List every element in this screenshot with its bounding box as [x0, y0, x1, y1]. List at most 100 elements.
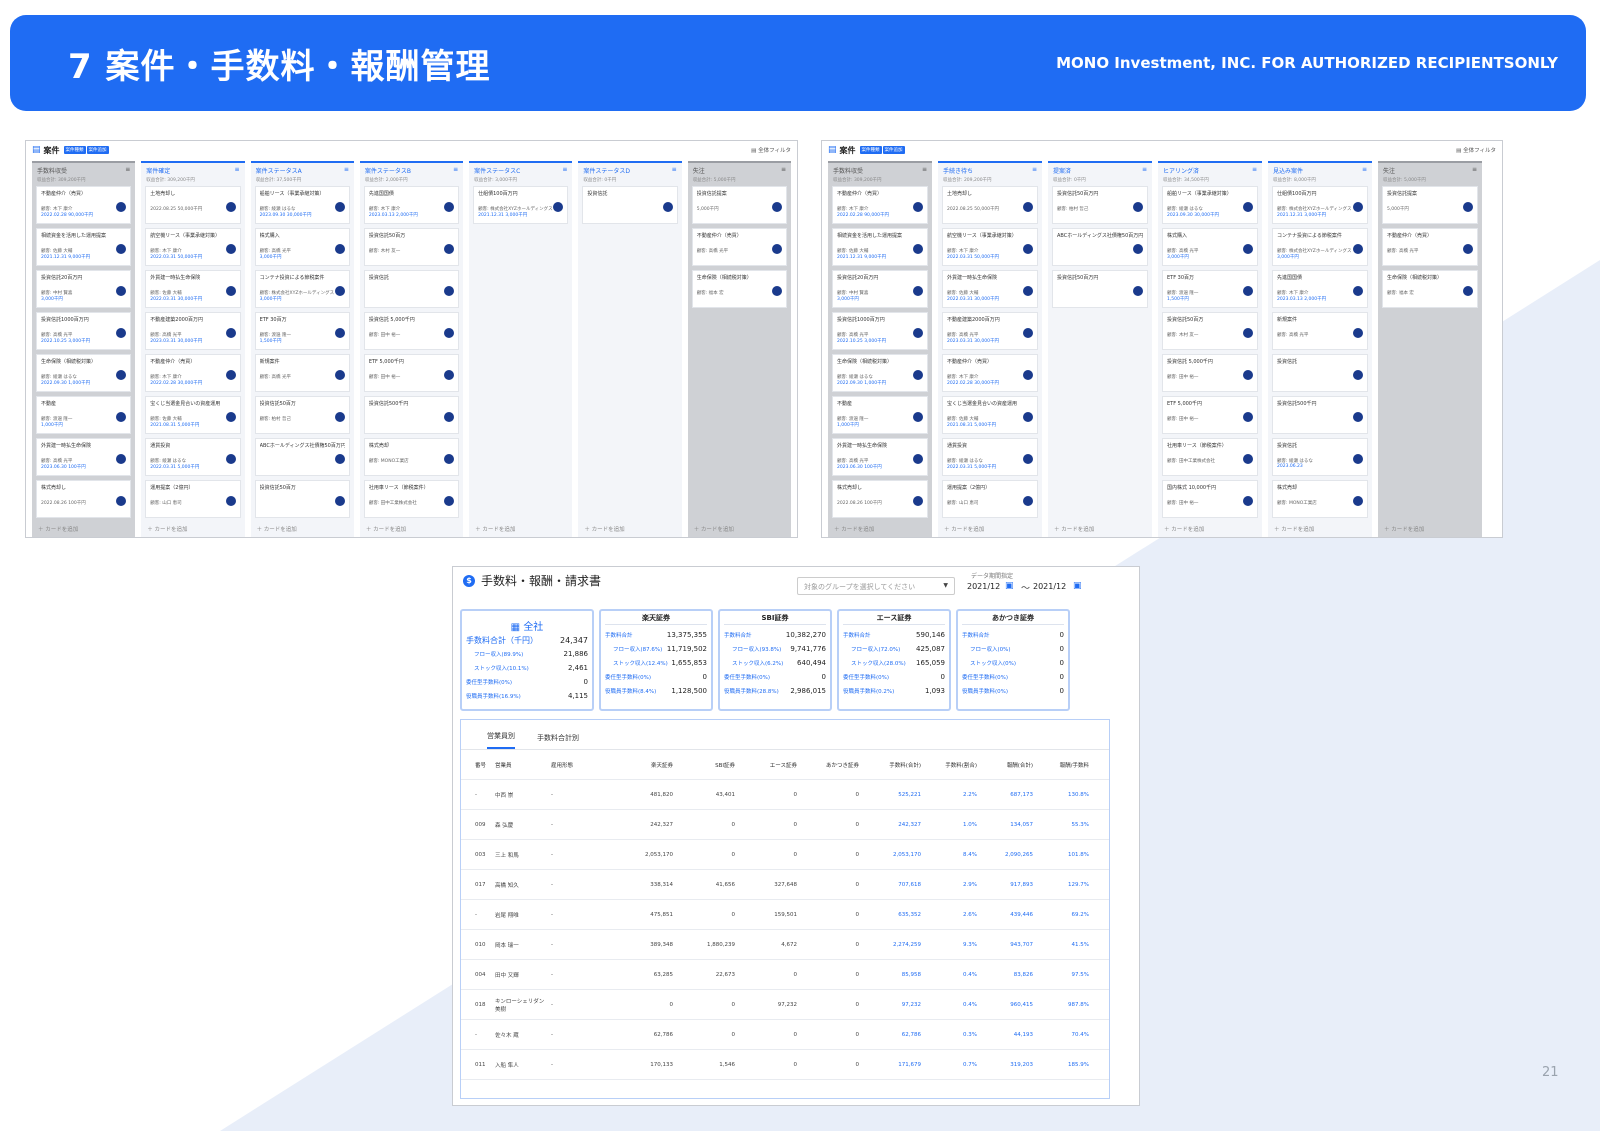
filter-icon[interactable]: ≡ [781, 166, 786, 175]
assignee-avatar[interactable] [1353, 286, 1363, 296]
deal-card[interactable]: 生命保険（相続税対策） 顧客: 綾瀬 はるな 2022.09.30 1,000千円 [36, 354, 132, 392]
deal-card[interactable]: 通貨投資 顧客: 綾瀬 はるな 2022.03.31 5,000千円 [145, 438, 241, 476]
filter-button[interactable]: ▤ 全体フィルタ [1456, 146, 1496, 154]
filter-icon[interactable]: ≡ [1142, 166, 1147, 175]
deal-card[interactable]: 先進国国債 顧客: 木下 康介 2023.03.13 2,000千円 [1272, 270, 1368, 308]
assignee-avatar[interactable] [334, 496, 345, 506]
deal-card[interactable]: 投資信託20百万円 顧客: 中村 賢喜 3,000千円 [36, 270, 132, 308]
table-row[interactable]: 011 入船 隼人 - 170,133 1,546 0 0 171,679 0.7% 319,20… [461, 1050, 1109, 1080]
add-card-button[interactable]: ＋ カードを追加 [584, 525, 624, 533]
assignee-avatar[interactable] [662, 202, 673, 212]
filter-icon[interactable]: ≡ [1032, 166, 1037, 175]
assignee-avatar[interactable] [334, 244, 345, 254]
assignee-avatar[interactable] [913, 286, 923, 296]
deal-card[interactable]: 投資信託提案 5,000千円 [691, 186, 787, 224]
table-row[interactable]: 009 森 弘慶 - 242,327 0 0 0 242,327 1.0% 134,057 55.3… [461, 810, 1109, 840]
assignee-avatar[interactable] [1023, 202, 1033, 212]
filter-icon[interactable]: ≡ [125, 166, 130, 175]
deal-card[interactable]: 株式売却し 2022.08.26 100千円 [832, 480, 928, 518]
add-card-button[interactable]: ＋ カードを追加 [1274, 525, 1314, 533]
deal-card[interactable]: 新規案件 顧客: 高橋 光平 [254, 354, 350, 392]
assignee-avatar[interactable] [1243, 454, 1253, 464]
deal-card[interactable]: 不動産仲介（売買） 顧客: 木下 康介 2022.02.28 90,000千円 [832, 186, 928, 224]
assignee-avatar[interactable] [1023, 454, 1033, 464]
assignee-avatar[interactable] [1023, 370, 1033, 380]
deal-card[interactable]: 生命保険（相続税対策） 顧客: 福本 宏 [1382, 270, 1478, 308]
deal-card[interactable]: 宝くじ当選金見合いの資産運用 顧客: 佐藤 大輔 2021.08.31 5,000千… [942, 396, 1038, 434]
deal-card[interactable]: 外貨建一時払生命保険 顧客: 高橋 光平 2023.06.30 100千円 [36, 438, 132, 476]
deal-card[interactable]: 社用車リース（節税案件） 顧客: 田中工業株式会社 [1162, 438, 1258, 476]
filter-button[interactable]: ▤ 全体フィルタ [751, 146, 791, 154]
deal-card[interactable]: 投資信託 5,000千円 顧客: 田中 裕一 [1162, 354, 1258, 392]
calendar-icon[interactable]: ▣ [1073, 581, 1082, 591]
deal-card[interactable]: 株式購入 顧客: 高橋 光平 3,000千円 [254, 228, 350, 266]
group-select[interactable]: 対象のグループを選択してください ▼ [797, 577, 955, 595]
assignee-avatar[interactable] [225, 286, 236, 296]
deal-card[interactable]: ETF 30百万 顧客: 渡邉 隆一 1,500千円 [254, 312, 350, 350]
assignee-avatar[interactable] [913, 244, 923, 254]
deal-card[interactable]: 投資信託 [1272, 354, 1368, 392]
deal-card[interactable]: 投資信託50百万 顧客: 木村 友一 [363, 228, 460, 266]
deal-card[interactable]: 投資信託50百万円 顧客: 柏村 哲己 [1052, 186, 1148, 224]
deal-card[interactable]: 不動産仲介（売買） 顧客: 木下 康介 2022.02.28 30,000千円 [145, 354, 241, 392]
table-row[interactable]: 017 高橋 知久 - 338,314 41,656 327,648 0 707,618 2.9… [461, 870, 1109, 900]
assignee-avatar[interactable] [225, 412, 236, 422]
add-card-button[interactable]: ＋ カードを追加 [366, 525, 406, 533]
deal-card[interactable]: 投資信託20百万円 顧客: 中村 賢喜 3,000千円 [832, 270, 928, 308]
filter-icon[interactable]: ≡ [1472, 166, 1477, 175]
deal-card[interactable]: 相続資金を活用した運用提案 顧客: 佐藤 大輔 2021.12.31 9,000千円 [832, 228, 928, 266]
deal-card[interactable]: 外貨建一時払生命保険 顧客: 高橋 光平 2023.06.30 100千円 [832, 438, 928, 476]
deal-card[interactable]: 生命保険（相続税対策） 顧客: 綾瀬 はるな 2022.09.30 1,000千円 [832, 354, 928, 392]
deal-card[interactable]: 投資信託 顧客: 綾瀬 はるな 2023.06.23 [1272, 438, 1368, 476]
deal-card[interactable]: 投資信託 [582, 186, 678, 224]
deal-card[interactable]: 不動産仲介（売買） 顧客: 木下 康介 2022.02.28 30,000千円 [942, 354, 1038, 392]
deal-card[interactable]: 投資信託50百万 顧客: 木村 友一 [1162, 312, 1258, 350]
assignee-avatar[interactable] [225, 370, 236, 380]
deal-card[interactable]: 運用提案（2億円） 顧客: 山口 恵司 [145, 480, 241, 518]
board-tag[interactable]: 案件種類 [63, 146, 86, 154]
assignee-avatar[interactable] [334, 202, 345, 212]
deal-card[interactable]: 投資信託500千円 [1272, 396, 1368, 434]
deal-card[interactable]: 仕組債100百万円 顧客: 株式会社XYZホールディングス 2021.12.31 3… [473, 186, 569, 224]
deal-card[interactable]: 新規案件 顧客: 高橋 光平 [1272, 312, 1368, 350]
filter-icon[interactable]: ≡ [562, 166, 567, 175]
assignee-avatar[interactable] [1353, 328, 1363, 338]
add-card-button[interactable]: ＋ カードを追加 [475, 525, 515, 533]
deal-card[interactable]: 投資信託500千円 [363, 396, 460, 434]
deal-card[interactable]: 生命保険（相続税対策） 顧客: 福本 宏 [691, 270, 787, 308]
assignee-avatar[interactable] [1243, 412, 1253, 422]
deal-card[interactable]: 国内株式 10,000千円 顧客: 田中 裕一 [1162, 480, 1258, 518]
assignee-avatar[interactable] [1243, 370, 1253, 380]
deal-card[interactable]: 通貨投資 顧客: 綾瀬 はるな 2022.03.31 5,000千円 [942, 438, 1038, 476]
assignee-avatar[interactable] [771, 202, 782, 212]
deal-card[interactable]: 宝くじ当選金見合いの資産運用 顧客: 佐藤 大輔 2021.08.31 5,000千… [145, 396, 241, 434]
deal-card[interactable]: 相続資金を活用した運用提案 顧客: 佐藤 大輔 2021.12.31 9,000千円 [36, 228, 132, 266]
deal-card[interactable]: 株式売却し 2022.08.26 100千円 [36, 480, 132, 518]
assignee-avatar[interactable] [225, 202, 236, 212]
deal-card[interactable]: 投資信託50百万 顧客: 柏村 哲己 [254, 396, 350, 434]
add-card-button[interactable]: ＋ カードを追加 [834, 525, 874, 533]
add-card-button[interactable]: ＋ カードを追加 [694, 525, 734, 533]
deal-card[interactable]: 不動産仲介（売買） 顧客: 木下 康介 2022.02.28 90,000千円 [36, 186, 132, 224]
deal-card[interactable]: 不動産仲介（売買） 顧客: 高橋 光平 [1382, 228, 1478, 266]
assignee-avatar[interactable] [913, 496, 923, 506]
board-tag[interactable]: 案件追加 [882, 146, 905, 154]
assignee-avatar[interactable] [1023, 286, 1033, 296]
assignee-avatar[interactable] [334, 412, 345, 422]
deal-card[interactable]: ABCホールディングス社債権50百万円 [1052, 228, 1148, 266]
filter-icon[interactable]: ≡ [453, 166, 458, 175]
assignee-avatar[interactable] [1463, 286, 1473, 296]
deal-card[interactable]: 外貨建一時払生命保険 顧客: 佐藤 大輔 2022.03.31 30,000千円 [145, 270, 241, 308]
assignee-avatar[interactable] [225, 244, 236, 254]
add-card-button[interactable]: ＋ カードを追加 [1384, 525, 1424, 533]
deal-card[interactable]: 投資信託1000百万円 顧客: 高橋 光平 2022.10.25 3,000千円 [832, 312, 928, 350]
add-card-button[interactable]: ＋ カードを追加 [944, 525, 984, 533]
assignee-avatar[interactable] [1243, 202, 1253, 212]
deal-card[interactable]: ETF 5,000千円 顧客: 田中 裕一 [1162, 396, 1258, 434]
deal-card[interactable]: 株式売却 顧客: MONO工業店 [363, 438, 460, 476]
assignee-avatar[interactable] [225, 454, 236, 464]
assignee-avatar[interactable] [334, 328, 345, 338]
filter-icon[interactable]: ≡ [922, 166, 927, 175]
table-row[interactable]: 018 キンローシェリダン 美樹 - 0 0 97,232 0 97,232 0.4% 960,4… [461, 990, 1109, 1020]
assignee-avatar[interactable] [1133, 202, 1143, 212]
